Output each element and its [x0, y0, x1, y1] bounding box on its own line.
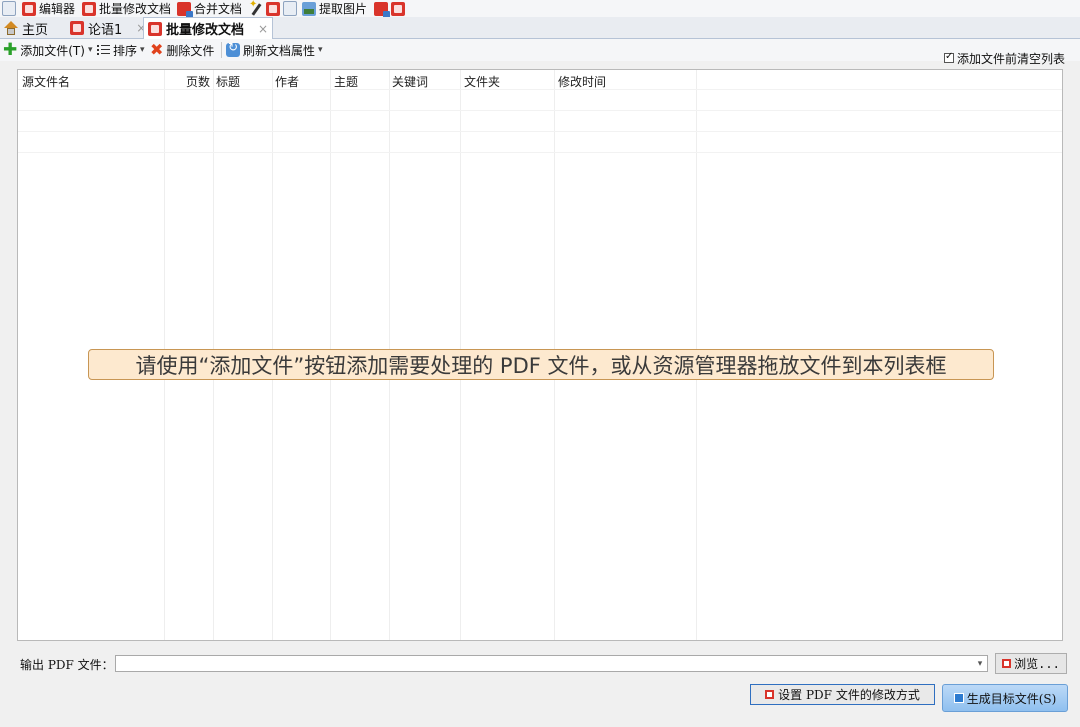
set-modify-mode-label: 设置 PDF 文件的修改方式	[778, 688, 920, 702]
document-icon[interactable]	[283, 1, 297, 16]
list-icon	[97, 44, 110, 56]
pdf-edit-icon	[148, 21, 162, 36]
tab-home[interactable]: 主页	[0, 18, 52, 38]
tab-home-label: 主页	[22, 22, 49, 38]
generate-target-button[interactable]: 生成目标文件(S)	[942, 684, 1068, 712]
tab-batch-modify-label: 批量修改文档	[166, 23, 245, 38]
editor-button[interactable]: 编辑器	[22, 0, 75, 17]
batch-modify-button[interactable]: 批量修改文档	[82, 0, 171, 17]
column-header-modified-time[interactable]: 修改时间	[558, 73, 606, 90]
extract-image-icon	[302, 1, 316, 16]
edit-doc-icon[interactable]	[2, 1, 16, 16]
merge-label: 合并文档	[194, 2, 243, 16]
close-icon[interactable]: ×	[258, 22, 268, 36]
tab-batch-modify[interactable]: 批量修改文档 ×	[143, 17, 274, 39]
pdf-convert-icon[interactable]	[374, 1, 390, 18]
pdf-batch-icon	[82, 1, 96, 16]
row-divider	[18, 131, 1062, 132]
toolbar-extra-icons	[249, 0, 297, 17]
browse-label: 浏览...	[1014, 657, 1060, 671]
chevron-down-icon[interactable]: ▾	[318, 45, 323, 55]
chevron-down-icon[interactable]: ▾	[972, 655, 988, 672]
extract-image-label: 提取图片	[319, 2, 368, 16]
empty-list-hint: 请使用“添加文件”按钮添加需要处理的 PDF 文件，或从资源管理器拖放文件到本列…	[88, 349, 994, 380]
toolbar-leading-icons	[2, 0, 16, 17]
chevron-down-icon[interactable]: ▾	[88, 45, 93, 55]
pdf-icon	[765, 690, 775, 699]
top-toolbar: 编辑器 批量修改文档 合并文档 提取图片	[0, 0, 1080, 18]
column-header-source-name[interactable]: 源文件名	[22, 73, 70, 90]
refresh-icon	[226, 40, 240, 57]
browse-button[interactable]: 浏览...	[995, 653, 1067, 674]
column-header-author[interactable]: 作者	[275, 73, 299, 90]
generate-icon	[953, 693, 964, 703]
set-modify-mode-button[interactable]: 设置 PDF 文件的修改方式	[750, 684, 935, 705]
toolbar-divider	[221, 42, 222, 58]
pdf-icon	[1002, 659, 1012, 668]
extract-image-button[interactable]: 提取图片	[302, 0, 367, 17]
row-divider	[18, 152, 1062, 153]
home-icon	[4, 21, 18, 35]
batch-modify-label: 批量修改文档	[99, 2, 172, 16]
tab-lunyu[interactable]: 论语1 ×	[66, 18, 150, 38]
add-files-label: 添加文件(T)	[20, 43, 85, 58]
output-pdf-label: 输出 PDF 文件：	[20, 658, 114, 672]
add-files-button[interactable]: ✚ 添加文件(T) ▾	[3, 41, 92, 59]
tab-lunyu-label: 论语1	[88, 22, 123, 38]
refresh-props-button[interactable]: 刷新文档属性 ▾	[226, 40, 323, 59]
clear-before-add-checkbox[interactable]: 添加文件前清空列表	[944, 49, 1065, 67]
clear-before-add-label: 添加文件前清空列表	[957, 51, 1066, 66]
row-divider	[18, 110, 1062, 111]
generate-target-label: 生成目标文件(S)	[966, 691, 1057, 706]
merge-button[interactable]: 合并文档	[177, 0, 243, 18]
editor-label: 编辑器	[39, 2, 76, 16]
column-header-folder[interactable]: 文件夹	[464, 73, 500, 90]
sort-button[interactable]: 排序 ▾	[97, 41, 145, 59]
delete-icon: ✖	[150, 40, 164, 59]
refresh-props-label: 刷新文档属性	[243, 43, 316, 58]
pdf-export-icon[interactable]	[391, 1, 405, 16]
sort-label: 排序	[113, 43, 138, 58]
column-header-subject[interactable]: 主题	[334, 73, 358, 90]
action-bar: ✚ 添加文件(T) ▾ 排序 ▾ ✖ 删除文件 刷新文档属性 ▾ 添加文件前清空…	[0, 39, 1080, 66]
row-divider	[18, 89, 1062, 90]
tab-bar: 主页 论语1 × 批量修改文档 ×	[0, 17, 1080, 39]
pdf-split-icon[interactable]	[266, 1, 280, 16]
delete-file-label: 删除文件	[166, 43, 215, 58]
pdf-edit-icon	[22, 1, 36, 16]
checkbox-checked-icon[interactable]	[944, 51, 954, 63]
plus-icon: ✚	[3, 40, 18, 60]
column-header-pages[interactable]: 页数	[186, 73, 210, 90]
output-pdf-field[interactable]	[115, 655, 988, 672]
column-header-title[interactable]: 标题	[216, 73, 240, 90]
merge-icon	[177, 1, 193, 18]
delete-file-button[interactable]: ✖ 删除文件	[150, 41, 214, 59]
pdf-edit-icon	[70, 21, 84, 35]
toolbar-trailing-icons	[374, 0, 405, 18]
wand-icon[interactable]	[249, 0, 263, 16]
chevron-down-icon[interactable]: ▾	[140, 45, 145, 55]
column-header-keywords[interactable]: 关键词	[392, 73, 428, 90]
